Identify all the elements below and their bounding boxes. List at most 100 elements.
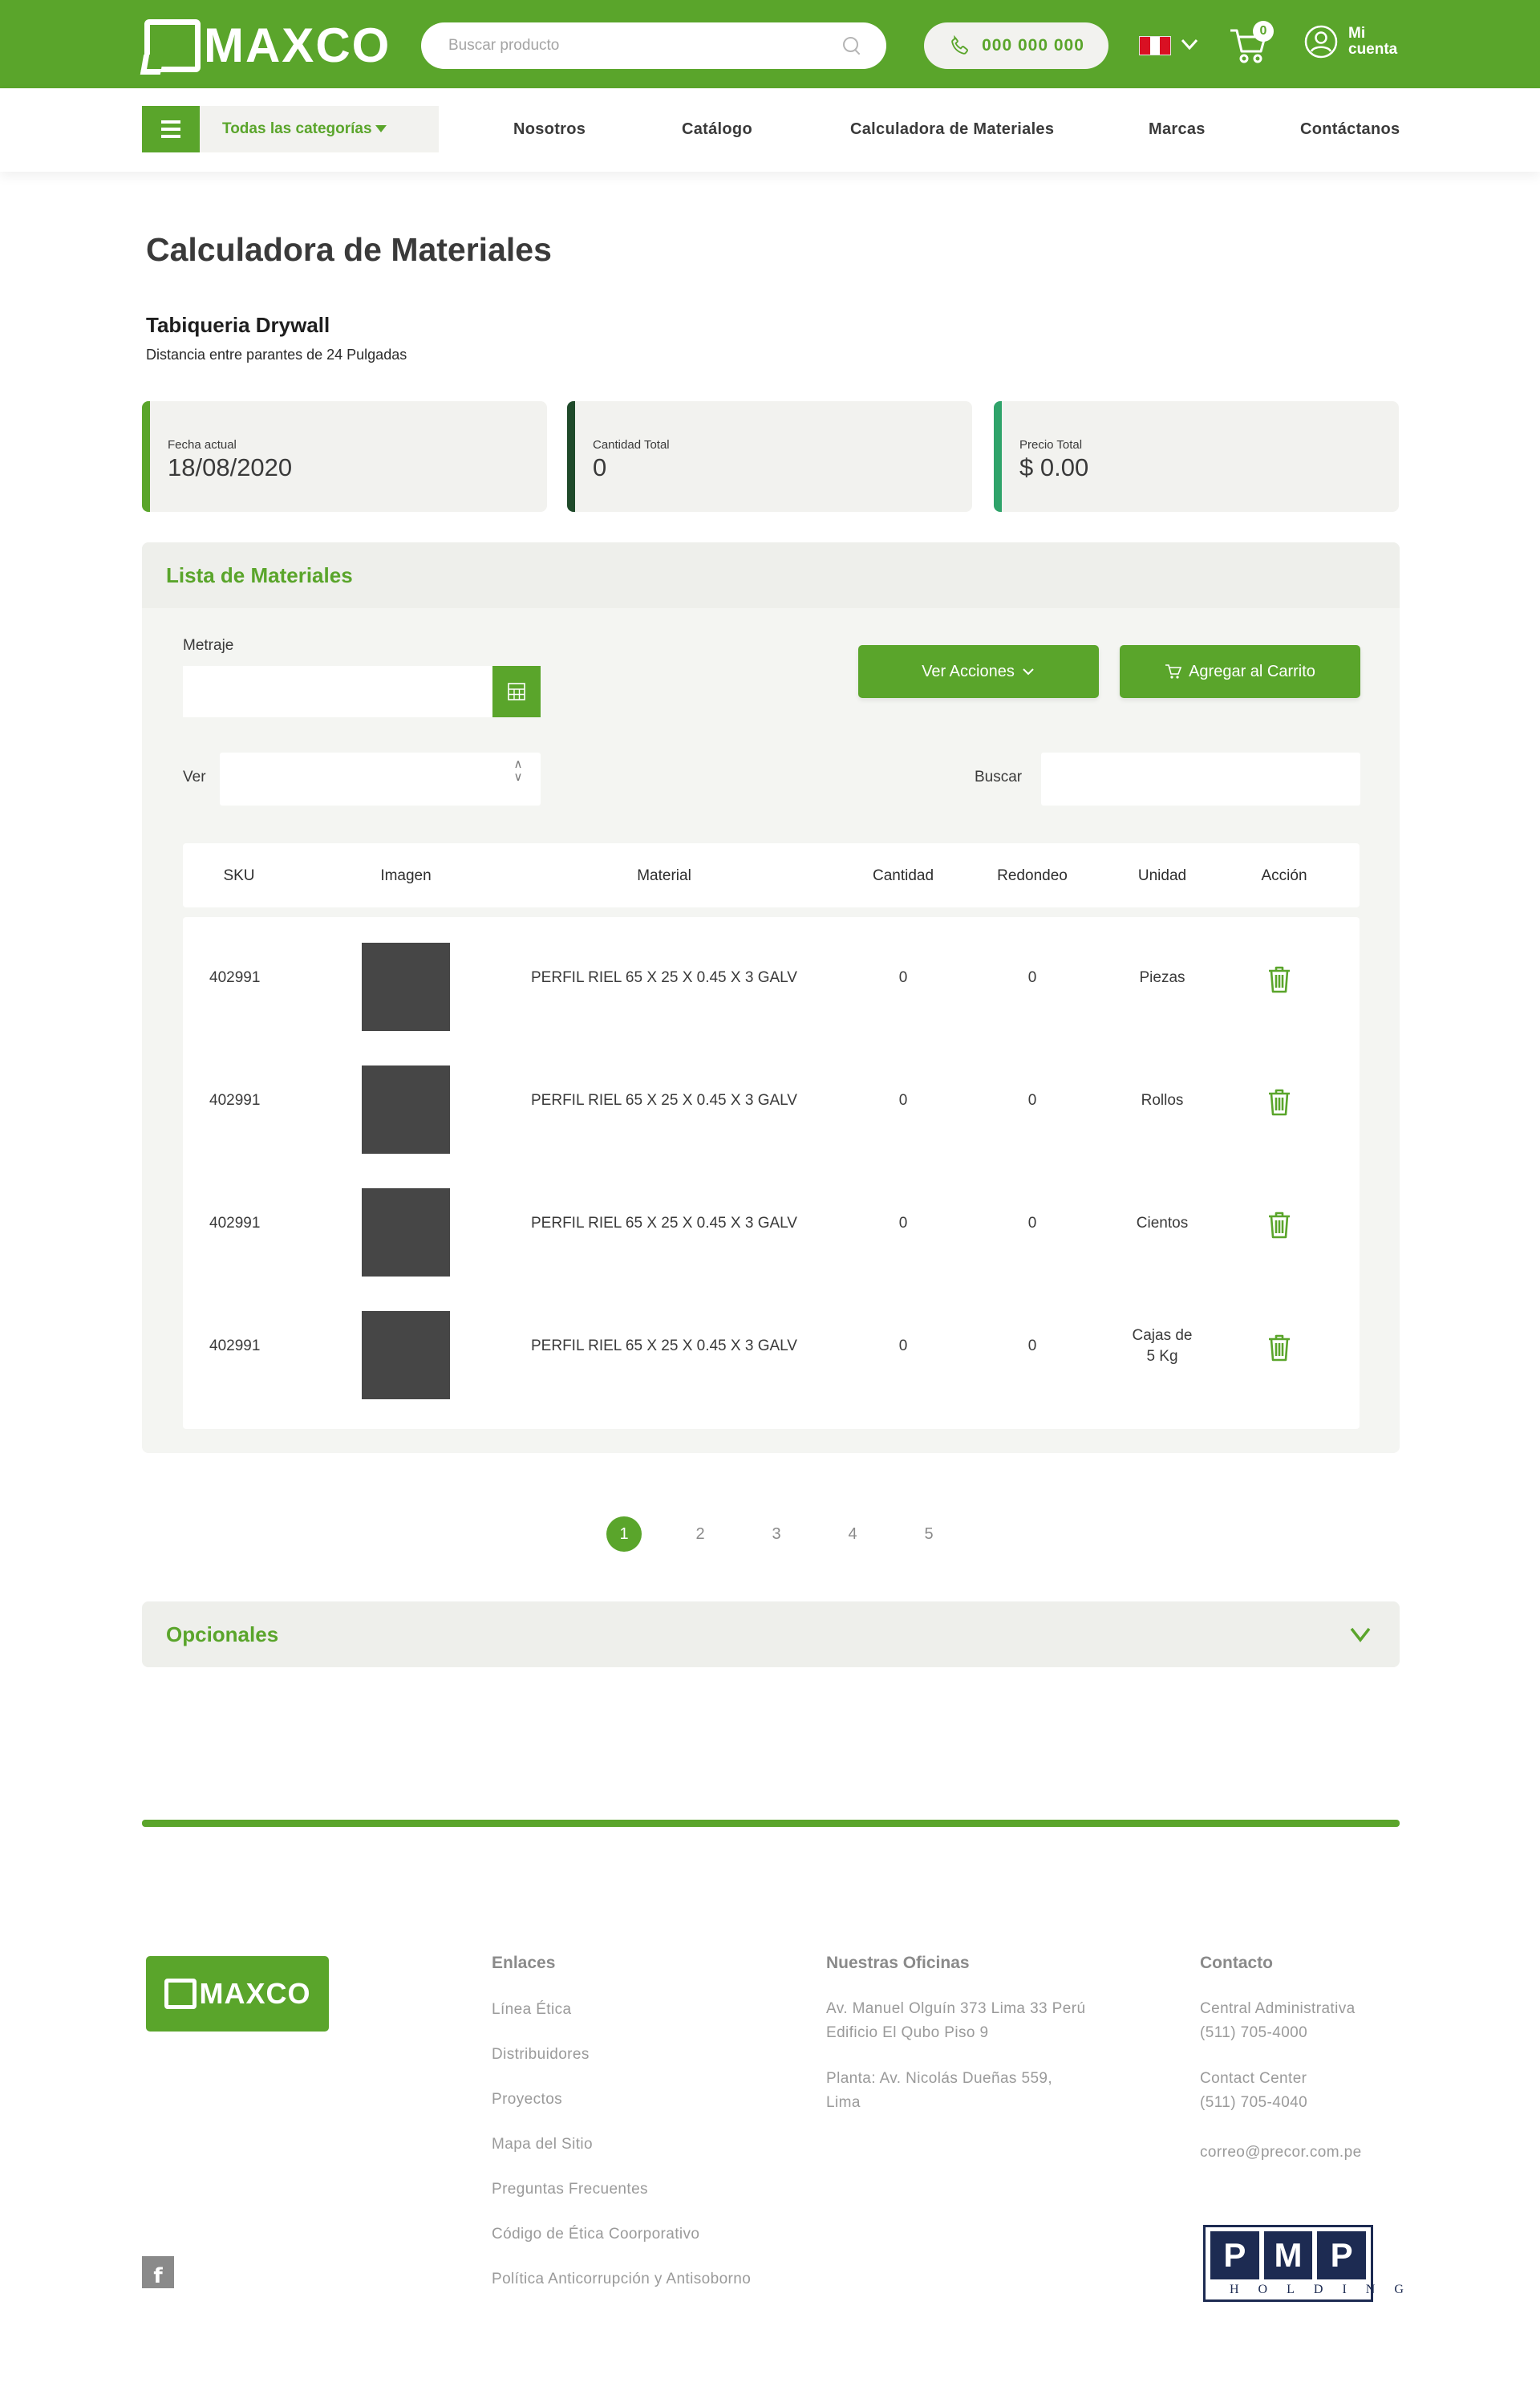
search-bar <box>421 22 886 69</box>
facebook-icon[interactable]: f <box>142 2256 174 2288</box>
trash-icon[interactable] <box>1266 965 1292 994</box>
logo-mark-icon <box>144 19 201 72</box>
phone-number: 000 000 000 <box>982 36 1084 55</box>
stat-card-precio: Precio Total $ 0.00 <box>994 401 1399 512</box>
footer-link-codigo-etica[interactable]: Código de Ética Coorporativo <box>492 2226 699 2243</box>
buscar-input[interactable] <box>1041 753 1360 806</box>
contact-phone[interactable]: (511) 705-4040 <box>1200 2091 1307 2115</box>
stat-value: 18/08/2020 <box>168 453 293 481</box>
cell-unidad: Cajas de 5 Kg <box>1132 1327 1193 1365</box>
materials-table-header: SKU Imagen Material Cantidad Redondeo Un… <box>183 843 1360 907</box>
pmp-holding-logo[interactable]: P M P HOLDING <box>1203 2225 1423 2302</box>
page-5-button[interactable]: 5 <box>911 1516 946 1552</box>
footer-link-preguntas[interactable]: Preguntas Frecuentes <box>492 2181 648 2198</box>
column-header-cantidad: Cantidad <box>872 867 934 884</box>
phone-button[interactable]: 000 000 000 <box>924 22 1108 69</box>
address-line: Edificio El Qubo Piso 9 <box>826 2024 989 2041</box>
cell-cantidad: 0 <box>898 1215 908 1232</box>
contact-email[interactable]: correo@precor.com.pe <box>1200 2141 1362 2165</box>
ver-acciones-button[interactable]: Ver Acciones <box>858 645 1099 698</box>
page-4-button[interactable]: 4 <box>835 1516 870 1552</box>
product-image <box>362 943 450 1031</box>
ver-label: Ver <box>183 769 206 785</box>
table-row: 402991 PERFIL RIEL 65 X 25 X 0.45 X 3 GA… <box>183 1040 1360 1163</box>
nav-link-marcas[interactable]: Marcas <box>1149 120 1206 139</box>
stat-value: $ 0.00 <box>1019 453 1089 481</box>
opcionales-accordion[interactable]: Opcionales <box>142 1601 1400 1667</box>
nav-link-nosotros[interactable]: Nosotros <box>513 120 586 139</box>
page-1-button[interactable]: 1 <box>606 1516 642 1552</box>
main-nav: Todas las categorías Nosotros Catálogo C… <box>0 88 1540 172</box>
materials-panel-header: Lista de Materiales <box>142 542 1400 608</box>
spinner-arrows-icon[interactable]: ∧ ∨ <box>509 753 528 789</box>
account-label: Mi cuenta <box>1348 25 1398 58</box>
ver-select[interactable] <box>220 753 541 806</box>
page-2-button[interactable]: 2 <box>683 1516 718 1552</box>
logo-mark-icon <box>164 1979 197 2009</box>
footer-logo[interactable]: MAXCO <box>146 1956 329 2032</box>
section-subtitle: Distancia entre parantes de 24 Pulgadas <box>146 347 407 363</box>
contact-center: Contact Center (511) 705-4040 <box>1200 2067 1307 2115</box>
stat-card-cantidad: Cantidad Total 0 <box>567 401 972 512</box>
account-menu[interactable]: Mi cuenta <box>1303 24 1412 59</box>
peru-flag-icon[interactable] <box>1139 36 1171 55</box>
materials-table-body: 402991 PERFIL RIEL 65 X 25 X 0.45 X 3 GA… <box>183 917 1360 1429</box>
menu-icon[interactable] <box>142 106 200 152</box>
stat-value: 0 <box>593 453 607 481</box>
calculator-button[interactable] <box>492 666 541 717</box>
maxco-logo[interactable]: MAXCO <box>144 18 391 74</box>
cell-sku: 402991 <box>209 1337 261 1354</box>
ver-acciones-label: Ver Acciones <box>922 662 1015 680</box>
chevron-down-icon[interactable] <box>1179 34 1200 55</box>
cart-count-badge: 0 <box>1253 21 1274 42</box>
cell-cantidad: 0 <box>898 1092 908 1109</box>
central-contact: Central Administrativa (511) 705-4000 <box>1200 1997 1356 2045</box>
oficinas-heading: Nuestras Oficinas <box>826 1954 970 1972</box>
search-input[interactable] <box>448 37 841 55</box>
search-icon[interactable] <box>841 35 862 56</box>
agregar-carrito-label: Agregar al Carrito <box>1189 662 1315 680</box>
product-image <box>362 1188 450 1277</box>
oficina-address-2: Planta: Av. Nicolás Dueñas 559, Lima <box>826 2067 1052 2115</box>
footer-link-distribuidores[interactable]: Distribuidores <box>492 2046 590 2064</box>
product-image <box>362 1065 450 1154</box>
trash-icon[interactable] <box>1266 1088 1292 1117</box>
cell-unidad: Rollos <box>1141 1092 1184 1109</box>
pmp-letter: M <box>1263 2231 1313 2279</box>
address-line: Planta: Av. Nicolás Dueñas 559, <box>826 2070 1053 2087</box>
categories-dropdown[interactable]: Todas las categorías <box>142 106 439 152</box>
trash-icon[interactable] <box>1266 1333 1292 1362</box>
materials-title: Lista de Materiales <box>166 562 353 587</box>
contact-label: Contact Center <box>1200 2070 1307 2087</box>
pmp-holding-text: HOLDING <box>1230 2283 1423 2296</box>
footer-link-linea-etica[interactable]: Línea Ética <box>492 2001 571 2019</box>
oficina-address-1: Av. Manuel Olguín 373 Lima 33 Perú Edifi… <box>826 1997 1085 2045</box>
column-header-material: Material <box>637 867 691 884</box>
cell-redondeo: 0 <box>1027 969 1037 986</box>
nav-link-contactanos[interactable]: Contáctanos <box>1300 120 1400 139</box>
product-image <box>362 1311 450 1399</box>
footer-link-mapa-sitio[interactable]: Mapa del Sitio <box>492 2136 593 2153</box>
trash-icon[interactable] <box>1266 1211 1292 1240</box>
cell-cantidad: 0 <box>898 1337 908 1354</box>
metraje-input[interactable] <box>183 666 492 717</box>
agregar-carrito-button[interactable]: Agregar al Carrito <box>1120 645 1360 698</box>
address-line: Lima <box>826 2094 861 2111</box>
page-title: Calculadora de Materiales <box>146 231 552 268</box>
contacto-heading: Contacto <box>1200 1954 1273 1972</box>
enlaces-heading: Enlaces <box>492 1954 556 1972</box>
contact-label: Central Administrativa <box>1200 2000 1356 2017</box>
cell-redondeo: 0 <box>1027 1337 1037 1354</box>
stat-card-fecha: Fecha actual 18/08/2020 <box>142 401 547 512</box>
opcionales-title: Opcionales <box>166 1622 279 1646</box>
contact-phone[interactable]: (511) 705-4000 <box>1200 2021 1356 2045</box>
nav-link-calculadora[interactable]: Calculadora de Materiales <box>850 120 1054 139</box>
footer-link-politica[interactable]: Política Anticorrupción y Antisoborno <box>492 2271 751 2288</box>
chevron-down-icon[interactable] <box>1348 1626 1372 1643</box>
cell-material: PERFIL RIEL 65 X 25 X 0.45 X 3 GALV <box>531 1092 797 1109</box>
caret-down-icon <box>375 125 387 133</box>
footer-link-proyectos[interactable]: Proyectos <box>492 2091 562 2109</box>
page-3-button[interactable]: 3 <box>759 1516 794 1552</box>
calculator-icon <box>508 683 525 700</box>
nav-link-catalogo[interactable]: Catálogo <box>682 120 752 139</box>
